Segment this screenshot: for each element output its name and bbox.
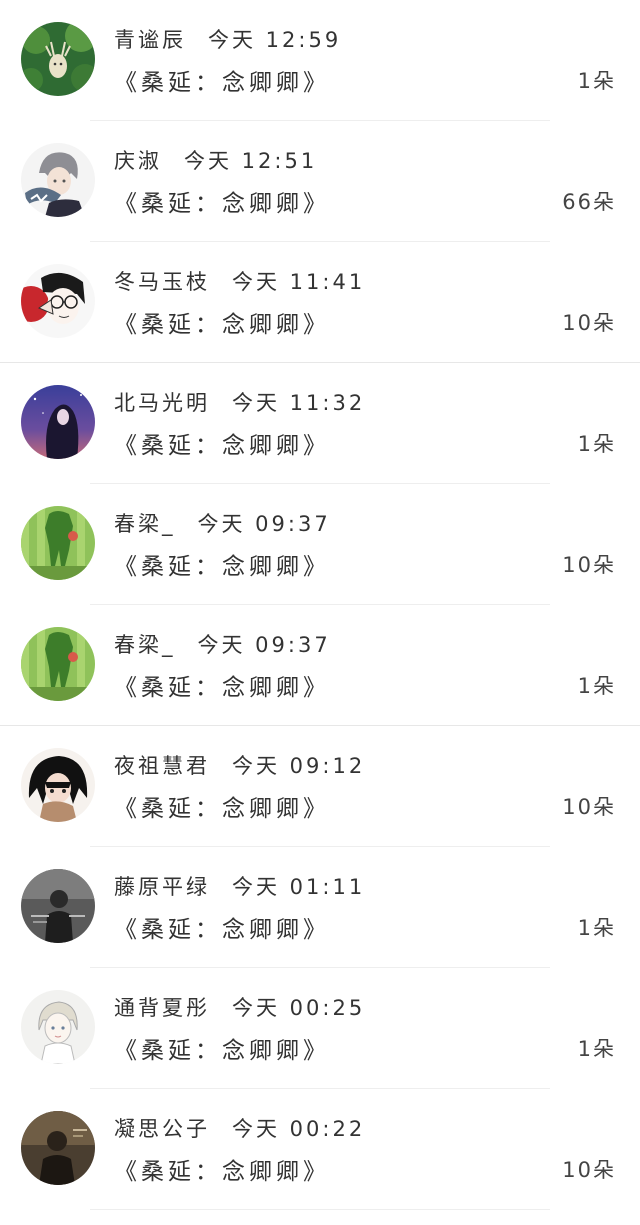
flower-count: 1朵 [577,432,616,456]
flower-count: 10朵 [562,1158,616,1182]
sender-line: 青谧辰 今天 12:59 [114,24,341,54]
sender-line: 藤原平绿 今天 01:11 [114,871,365,901]
anime-boy-shark-avatar-icon[interactable] [21,143,95,217]
list-item[interactable]: 庆淑 今天 12:51 《桑延：念卿卿》 66朵 [0,121,640,242]
flower-count: 10朵 [562,553,616,577]
sender-line: 通背夏彤 今天 00:25 [114,992,365,1022]
deer-avatar-icon[interactable] [21,22,95,96]
send-time: 今天 00:25 [232,996,366,1020]
sender-name[interactable]: 通背夏彤 [114,996,210,1020]
send-time: 今天 01:11 [232,875,366,899]
sender-name[interactable]: 藤原平绿 [114,875,210,899]
sender-name[interactable]: 冬马玉枝 [114,270,210,294]
flower-count: 1朵 [577,69,616,93]
gift-message: 《桑延：念卿卿》 [114,70,330,96]
list-item[interactable]: 北马光明 今天 11:32 《桑延：念卿卿》 1朵 [0,363,640,484]
sender-line: 庆淑 今天 12:51 [114,145,317,175]
send-time: 今天 11:32 [232,391,366,415]
flower-count: 1朵 [577,916,616,940]
sender-line: 春梁_ 今天 09:37 [114,629,331,659]
send-time: 今天 11:41 [232,270,366,294]
gift-message: 《桑延：念卿卿》 [114,312,330,338]
sender-name[interactable]: 庆淑 [114,149,162,173]
list-item[interactable]: 藤原平绿 今天 01:11 《桑延：念卿卿》 1朵 [0,847,640,968]
flower-count: 10朵 [562,311,616,335]
gift-message: 《桑延：念卿卿》 [114,1159,330,1185]
sender-name[interactable]: 北马光明 [114,391,210,415]
green-figure-avatar-icon[interactable] [21,627,95,701]
green-figure-avatar-icon[interactable] [21,506,95,580]
send-time: 今天 00:22 [232,1117,366,1141]
gift-message: 《桑延：念卿卿》 [114,917,330,943]
send-time: 今天 12:59 [208,28,342,52]
list-item[interactable]: 通背夏彤 今天 00:25 《桑延：念卿卿》 1朵 [0,968,640,1089]
anime-glasses-avatar-icon[interactable] [21,264,95,338]
sender-line: 凝思公子 今天 00:22 [114,1113,365,1143]
sender-name[interactable]: 青谧辰 [114,28,186,52]
sender-line: 夜祖慧君 今天 09:12 [114,750,365,780]
gift-record-list: 青谧辰 今天 12:59 《桑延：念卿卿》 1朵 庆淑 今天 12:51 《桑延：念… [0,0,640,1210]
send-time: 今天 09:37 [197,633,331,657]
flower-count: 1朵 [577,674,616,698]
list-item[interactable]: 春梁_ 今天 09:37 《桑延：念卿卿》 1朵 [0,605,640,726]
flower-count: 10朵 [562,795,616,819]
gift-message: 《桑延：念卿卿》 [114,796,330,822]
gift-message: 《桑延：念卿卿》 [114,554,330,580]
sender-line: 北马光明 今天 11:32 [114,387,365,417]
gift-message: 《桑延：念卿卿》 [114,191,330,217]
gift-message: 《桑延：念卿卿》 [114,1038,330,1064]
sender-name[interactable]: 春梁_ [114,633,176,657]
send-time: 今天 09:37 [197,512,331,536]
list-item[interactable]: 凝思公子 今天 00:22 《桑延：念卿卿》 10朵 [0,1089,640,1210]
gift-message: 《桑延：念卿卿》 [114,433,330,459]
sketch-girl-avatar-icon[interactable] [21,990,95,1064]
list-item[interactable]: 夜祖慧君 今天 09:12 《桑延：念卿卿》 10朵 [0,726,640,847]
flower-count: 66朵 [562,190,616,214]
list-item[interactable]: 春梁_ 今天 09:37 《桑延：念卿卿》 10朵 [0,484,640,605]
grayscale-person-avatar-icon[interactable] [21,869,95,943]
send-time: 今天 09:12 [232,754,366,778]
sender-line: 春梁_ 今天 09:37 [114,508,331,538]
sender-name[interactable]: 夜祖慧君 [114,754,210,778]
flower-count: 1朵 [577,1037,616,1061]
anime-dark-hair-avatar-icon[interactable] [21,748,95,822]
gift-message: 《桑延：念卿卿》 [114,675,330,701]
sender-name[interactable]: 凝思公子 [114,1117,210,1141]
list-item[interactable]: 青谧辰 今天 12:59 《桑延：念卿卿》 1朵 [0,0,640,121]
sender-name[interactable]: 春梁_ [114,512,176,536]
sepia-person-avatar-icon[interactable] [21,1111,95,1185]
list-item[interactable]: 冬马玉枝 今天 11:41 《桑延：念卿卿》 10朵 [0,242,640,363]
sender-line: 冬马玉枝 今天 11:41 [114,266,365,296]
night-girl-avatar-icon[interactable] [21,385,95,459]
send-time: 今天 12:51 [184,149,318,173]
